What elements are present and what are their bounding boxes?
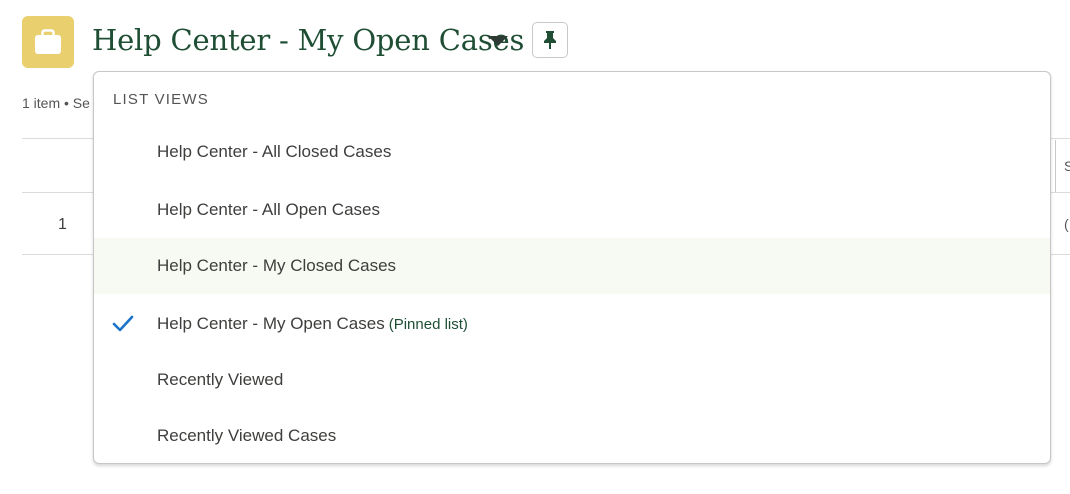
option-label: Recently Viewed Cases bbox=[157, 426, 337, 445]
list-view-option[interactable]: Help Center - All Open Cases bbox=[94, 182, 1050, 238]
pin-button[interactable] bbox=[532, 22, 568, 58]
option-label-text: Help Center - My Open Cases bbox=[157, 314, 385, 333]
list-views-dropdown: LIST VIEWS Help Center - All Closed Case… bbox=[93, 71, 1051, 464]
list-view-option[interactable]: Help Center - All Closed Cases bbox=[94, 124, 1050, 180]
item-count: 1 item • Se bbox=[22, 95, 90, 111]
option-label: Help Center - My Closed Cases bbox=[157, 256, 397, 275]
list-view-dropdown-caret[interactable] bbox=[488, 36, 508, 46]
pinned-list-tag: (Pinned list) bbox=[388, 316, 468, 333]
column-divider bbox=[1055, 140, 1056, 192]
briefcase-icon bbox=[35, 29, 61, 54]
cell-peek: ( bbox=[1064, 216, 1069, 232]
option-label: Help Center - All Closed Cases bbox=[157, 142, 392, 161]
checkmark-icon bbox=[112, 315, 134, 332]
dropdown-header: LIST VIEWS bbox=[113, 91, 209, 108]
row-number: 1 bbox=[58, 216, 67, 233]
list-view-option-selected[interactable]: Help Center - My Open Cases (Pinned list) bbox=[94, 296, 1050, 352]
option-label: Help Center - All Open Cases bbox=[157, 200, 380, 219]
list-view-option[interactable]: Recently Viewed Cases bbox=[94, 408, 1050, 464]
page-title: Help Center - My Open Cases bbox=[92, 23, 525, 57]
app-icon bbox=[22, 16, 74, 68]
column-header-peek: S bbox=[1064, 158, 1070, 174]
option-label: Help Center - My Open Cases (Pinned list) bbox=[157, 296, 468, 353]
list-view-option[interactable]: Recently Viewed bbox=[94, 352, 1050, 408]
option-label: Recently Viewed bbox=[157, 370, 284, 389]
list-view-option[interactable]: Help Center - My Closed Cases bbox=[94, 238, 1050, 294]
pin-icon bbox=[544, 31, 556, 49]
